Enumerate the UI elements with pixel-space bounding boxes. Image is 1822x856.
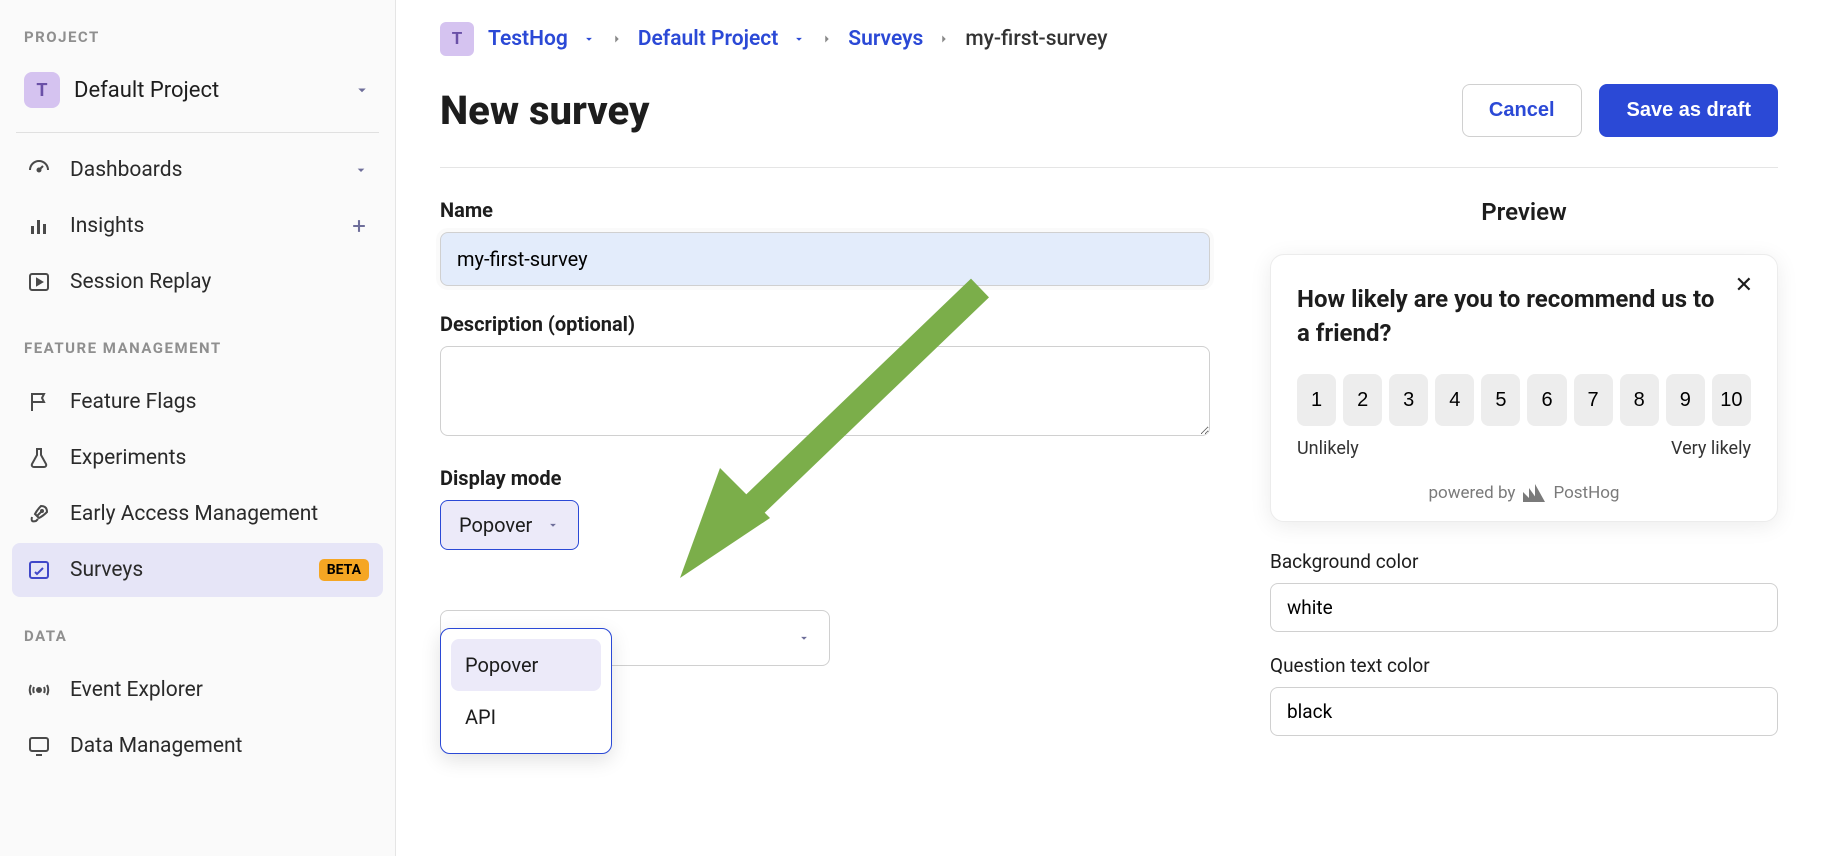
description-label: Description (optional) — [440, 312, 1210, 336]
powered-by-brand: PostHog — [1553, 483, 1619, 503]
breadcrumb: T TestHog Default Project Surveys my-fir… — [440, 22, 1778, 56]
project-avatar: T — [24, 72, 60, 108]
page-title: New survey — [440, 87, 649, 134]
gauge-icon — [26, 157, 52, 183]
chevron-down-icon[interactable] — [582, 32, 596, 46]
sidebar-item-dashboards[interactable]: Dashboards — [12, 143, 383, 197]
sidebar-item-label: Early Access Management — [70, 502, 318, 526]
cancel-button[interactable]: Cancel — [1462, 84, 1582, 137]
rating-high-label: Very likely — [1671, 438, 1751, 459]
sidebar: PROJECT T Default Project Dashboards Ins… — [0, 0, 396, 856]
survey-form: Name Description (optional) Display mode… — [440, 198, 1210, 758]
flask-icon — [26, 445, 52, 471]
bg-color-input[interactable] — [1270, 583, 1778, 632]
sidebar-section-feature: FEATURE MANAGEMENT — [12, 311, 383, 373]
sidebar-item-experiments[interactable]: Experiments — [12, 431, 383, 485]
page-header: New survey Cancel Save as draft — [440, 84, 1778, 168]
rating-labels: Unlikely Very likely — [1297, 438, 1751, 459]
powered-by-prefix: powered by — [1429, 483, 1516, 503]
rating-button-1[interactable]: 1 — [1297, 374, 1336, 426]
chevron-down-icon — [546, 518, 560, 532]
bg-color-label: Background color — [1270, 550, 1778, 573]
chevron-right-icon — [610, 32, 624, 46]
chevron-right-icon — [937, 32, 951, 46]
display-mode-select[interactable]: Popover — [440, 500, 579, 550]
edit-square-icon — [26, 557, 52, 583]
description-input[interactable] — [440, 346, 1210, 436]
powered-by: powered by PostHog — [1297, 483, 1751, 503]
rating-button-5[interactable]: 5 — [1481, 374, 1520, 426]
dropdown-option-api[interactable]: API — [451, 691, 601, 743]
plus-icon[interactable] — [349, 216, 369, 236]
rating-button-6[interactable]: 6 — [1527, 374, 1566, 426]
rating-button-8[interactable]: 8 — [1620, 374, 1659, 426]
chevron-right-icon — [820, 32, 834, 46]
rating-row: 1 2 3 4 5 6 7 8 9 10 — [1297, 374, 1751, 426]
chevron-down-icon — [353, 81, 371, 99]
name-input[interactable] — [440, 232, 1210, 286]
save-draft-button[interactable]: Save as draft — [1599, 84, 1778, 137]
breadcrumb-project[interactable]: Default Project — [638, 27, 778, 51]
text-color-input[interactable] — [1270, 687, 1778, 736]
breadcrumb-current: my-first-survey — [965, 27, 1107, 51]
dropdown-option-popover[interactable]: Popover — [451, 639, 601, 691]
sidebar-item-session-replay[interactable]: Session Replay — [12, 255, 383, 309]
sidebar-item-label: Dashboards — [70, 158, 182, 182]
sidebar-item-data-management[interactable]: Data Management — [12, 719, 383, 773]
rating-button-4[interactable]: 4 — [1435, 374, 1474, 426]
sidebar-item-surveys[interactable]: Surveys BETA — [12, 543, 383, 597]
sidebar-item-label: Feature Flags — [70, 390, 196, 414]
rating-low-label: Unlikely — [1297, 438, 1359, 459]
beta-badge: BETA — [319, 559, 369, 581]
text-color-label: Question text color — [1270, 654, 1778, 677]
name-label: Name — [440, 198, 1210, 222]
breadcrumb-section[interactable]: Surveys — [848, 27, 923, 51]
monitor-icon — [26, 733, 52, 759]
preview-title: Preview — [1270, 198, 1778, 226]
flag-icon — [26, 389, 52, 415]
display-mode-label: Display mode — [440, 466, 1210, 490]
preview-panel: Preview ✕ How likely are you to recommen… — [1270, 198, 1778, 758]
header-actions: Cancel Save as draft — [1462, 84, 1778, 137]
rocket-icon — [26, 501, 52, 527]
preview-card: ✕ How likely are you to recommend us to … — [1270, 254, 1778, 522]
sidebar-item-label: Insights — [70, 214, 144, 238]
org-avatar: T — [440, 22, 474, 56]
rating-button-9[interactable]: 9 — [1666, 374, 1705, 426]
sidebar-item-label: Event Explorer — [70, 678, 203, 702]
preview-question: How likely are you to recommend us to a … — [1297, 283, 1751, 350]
sidebar-item-label: Surveys — [70, 558, 143, 582]
sidebar-section-data: DATA — [12, 599, 383, 661]
sidebar-section-project: PROJECT — [12, 28, 383, 62]
sidebar-item-label: Experiments — [70, 446, 186, 470]
sidebar-item-insights[interactable]: Insights — [12, 199, 383, 253]
breadcrumb-org[interactable]: TestHog — [488, 27, 568, 51]
sidebar-item-feature-flags[interactable]: Feature Flags — [12, 375, 383, 429]
project-name: Default Project — [74, 78, 219, 103]
chevron-down-icon — [353, 162, 369, 178]
sidebar-divider — [16, 132, 379, 133]
sidebar-item-early-access[interactable]: Early Access Management — [12, 487, 383, 541]
sidebar-item-label: Session Replay — [70, 270, 211, 294]
main-content: T TestHog Default Project Surveys my-fir… — [396, 0, 1822, 856]
chevron-down-icon — [797, 631, 811, 645]
chevron-down-icon[interactable] — [792, 32, 806, 46]
sidebar-item-label: Data Management — [70, 734, 242, 758]
broadcast-icon — [26, 677, 52, 703]
display-mode-value: Popover — [459, 513, 532, 537]
display-mode-dropdown: Popover API — [440, 628, 612, 754]
rating-button-2[interactable]: 2 — [1343, 374, 1382, 426]
sidebar-item-event-explorer[interactable]: Event Explorer — [12, 663, 383, 717]
rating-button-7[interactable]: 7 — [1574, 374, 1613, 426]
project-picker[interactable]: T Default Project — [12, 62, 383, 118]
close-icon[interactable]: ✕ — [1735, 273, 1753, 298]
rating-button-10[interactable]: 10 — [1712, 374, 1751, 426]
rating-button-3[interactable]: 3 — [1389, 374, 1428, 426]
play-square-icon — [26, 269, 52, 295]
barchart-icon — [26, 213, 52, 239]
posthog-logo-icon — [1523, 484, 1545, 502]
